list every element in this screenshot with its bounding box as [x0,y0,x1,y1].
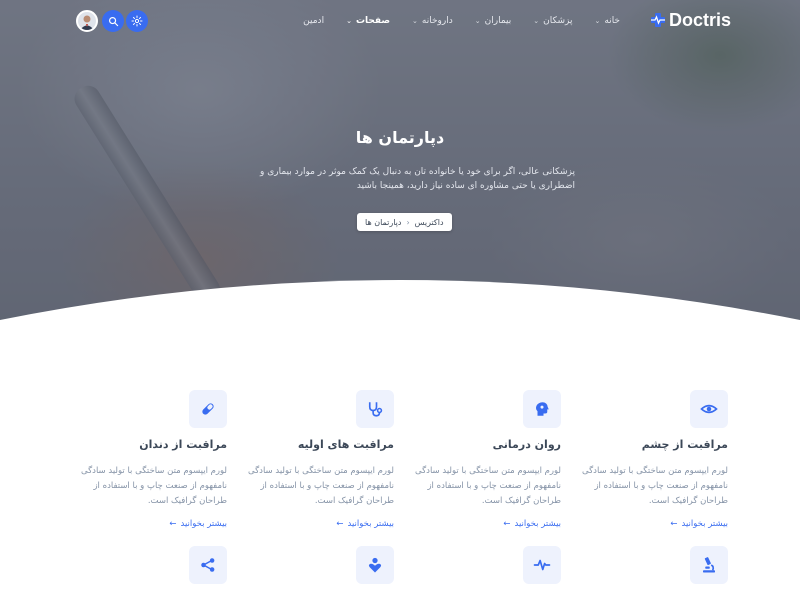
nav-item-admin[interactable]: ادمین [303,12,324,30]
nav-label: ادمین [303,16,325,26]
department-icon-box [189,546,227,584]
nav-item-pages[interactable]: صفحات ⌄ [346,12,390,30]
arrow-left-icon: ← [503,519,511,529]
settings-button[interactable] [126,10,148,32]
share-nodes-icon [201,558,215,572]
nav-label: پزشکان [543,16,573,26]
read-more-label: بیشتر بخوانید [180,519,227,529]
department-title: مراقبت از چشم [641,438,728,451]
user-heart-icon [368,557,382,573]
read-more-link[interactable]: بیشتر بخوانید ← [401,519,561,529]
pill-icon [202,403,214,415]
department-description: لورم ایپسوم متن ساختگی با تولید سادگی نا… [582,466,728,506]
department-icon-box [690,546,728,584]
heartbeat-logo-icon [651,13,665,27]
nav-label: داروخانه [421,16,453,26]
chevron-down-icon: ⌄ [346,17,352,25]
department-card: مراقبت از دندان لورم ایپسوم متن ساختگی ب… [67,390,227,529]
department-icon-box [356,546,394,584]
main-nav: خانه ⌄ پزشکان ⌄ بیماران ⌄ داروخانه ⌄ صفح… [303,12,620,30]
department-title: مراقبت از دندان [139,438,227,451]
gear-icon [131,15,143,27]
nav-label: بیماران [484,16,512,26]
heartbeat-icon [533,559,551,571]
user-avatar-icon [78,12,96,30]
nav-item-patients[interactable]: بیماران ⌄ [475,12,512,30]
department-title: مراقبت های اولیه [297,438,394,451]
arrow-left-icon: ← [169,519,177,529]
nav-label: صفحات [355,16,391,26]
read-more-label: بیشتر بخوانید [347,519,394,529]
department-description: لورم ایپسوم متن ساختگی با تولید سادگی نا… [248,466,394,506]
breadcrumb-home[interactable]: داکتریس [415,218,444,227]
stethoscope-icon [368,402,383,417]
nav-item-doctors[interactable]: پزشکان ⌄ [533,12,572,30]
department-card [67,546,227,594]
department-icon-box [523,546,561,584]
department-card [401,546,561,594]
brand-name: Doctris [669,9,732,30]
avatar[interactable] [76,10,98,32]
department-card: روان درمانی لورم ایپسوم متن ساختگی با تو… [401,390,561,529]
chevron-left-icon: ‹ [406,217,410,227]
department-card: مراقبت های اولیه لورم ایپسوم متن ساختگی … [234,390,394,529]
department-icon-box [690,390,728,428]
department-card: مراقبت از چشم لورم ایپسوم متن ساختگی با … [568,390,728,529]
page-title: دپارتمان ها [355,128,445,147]
read-more-link[interactable]: بیشتر بخوانید ← [234,519,394,529]
department-description: لورم ایپسوم متن ساختگی با تولید سادگی نا… [81,466,227,506]
chevron-down-icon: ⌄ [474,17,481,25]
read-more-label: بیشتر بخوانید [681,519,728,529]
read-more-link[interactable]: بیشتر بخوانید ← [568,519,728,529]
search-icon [108,16,118,26]
nav-label: خانه [604,16,620,26]
search-button[interactable] [102,10,124,32]
nav-item-pharmacy[interactable]: داروخانه ⌄ [412,12,453,30]
read-more-link[interactable]: بیشتر بخوانید ← [67,519,227,529]
breadcrumb-current: دپارتمان ها [365,217,402,227]
department-icon-box [189,390,227,428]
department-icon-box [356,390,394,428]
nav-item-home[interactable]: خانه ⌄ [594,12,620,30]
brand-logo[interactable]: Doctris [650,8,731,32]
chevron-down-icon: ⌄ [533,17,540,25]
department-description: لورم ایپسوم متن ساختگی با تولید سادگی نا… [415,466,561,506]
department-icon-box [523,390,561,428]
microscope-icon [703,557,715,573]
page-description: پزشکانی عالی، اگر برای خود یا خانواده تا… [259,167,575,191]
department-card [568,546,728,594]
read-more-label: بیشتر بخوانید [514,519,561,529]
hero-curve [0,280,800,330]
eye-icon [700,404,718,414]
arrow-left-icon: ← [336,519,344,529]
chevron-down-icon: ⌄ [412,17,418,25]
brain-head-icon [536,402,549,416]
department-title: روان درمانی [492,438,561,451]
arrow-left-icon: ← [670,519,678,529]
department-card [234,546,394,594]
breadcrumb: داکتریس ‹ دپارتمان ها [357,213,452,231]
chevron-down-icon: ⌄ [594,17,601,25]
